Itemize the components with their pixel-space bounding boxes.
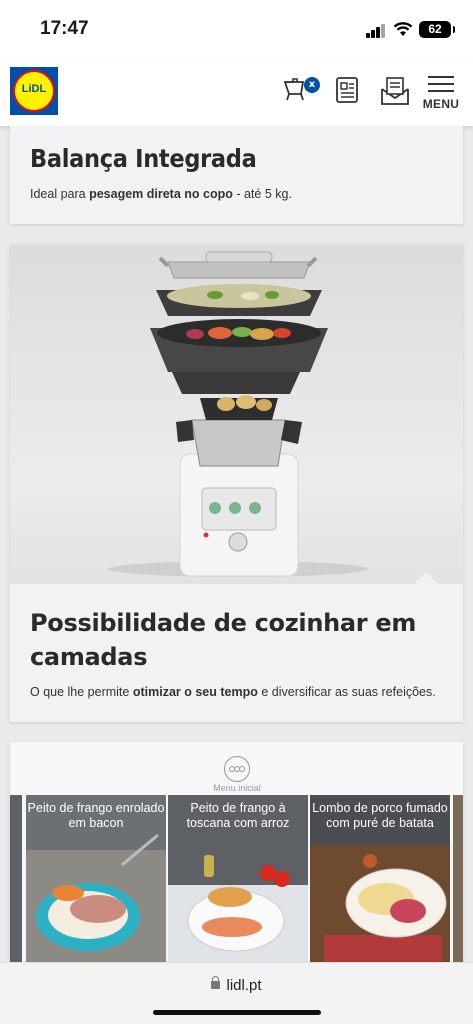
menu-inicial[interactable]: Menu inicial bbox=[211, 756, 263, 793]
recipes-card: Menu inicial Peito de frango enrolado em… bbox=[10, 742, 463, 972]
recipe-title: Lombo de porco fumado com puré de batata bbox=[312, 801, 448, 830]
feature-description: O que lhe permite otimizar o seu tempo e… bbox=[30, 685, 436, 699]
recipe-tile[interactable]: Lombo de porco fumado com puré de batata bbox=[310, 795, 450, 970]
feature-card-scale: Balança Integrada Ideal para pesagem dir… bbox=[10, 126, 463, 224]
lock-icon bbox=[211, 976, 221, 989]
leaflet-icon[interactable] bbox=[333, 76, 361, 104]
recipe-tile[interactable]: Peito de frango enrolado em bacon bbox=[26, 795, 166, 970]
battery-icon: 62 bbox=[419, 21, 455, 38]
url-display[interactable]: lidl.pt bbox=[0, 976, 473, 994]
feature-description: Ideal para pesagem direta no copo - até … bbox=[30, 187, 292, 201]
menu-button[interactable]: MENU bbox=[421, 76, 461, 111]
home-menu-icon bbox=[224, 756, 250, 782]
menu-label: MENU bbox=[422, 97, 460, 111]
hamburger-icon bbox=[421, 76, 461, 92]
recipe-title: Peito de frango à toscana com arroz bbox=[186, 801, 290, 830]
lidl-logo[interactable]: LiDL bbox=[10, 67, 58, 115]
status-time: 17:47 bbox=[40, 18, 89, 39]
status-bar: 17:47 62 bbox=[0, 0, 473, 58]
recipe-tile[interactable]: Peito de frango à toscana com arroz bbox=[168, 795, 308, 970]
feature-title: Possibilidade de cozinhar em camadas bbox=[30, 609, 417, 671]
signal-icon bbox=[366, 24, 386, 38]
menu-inicial-label: Menu inicial bbox=[213, 783, 261, 793]
feature-card-layers: Possibilidade de cozinhar em camadas O q… bbox=[10, 244, 463, 722]
site-header: LiDL x MENU bbox=[0, 58, 473, 126]
product-image bbox=[10, 244, 463, 584]
recipe-title: Peito de frango enrolado em bacon bbox=[27, 801, 165, 830]
cart-badge: x bbox=[304, 77, 320, 93]
newsletter-icon[interactable] bbox=[380, 76, 410, 106]
home-indicator[interactable] bbox=[153, 1010, 321, 1015]
url-text: lidl.pt bbox=[226, 977, 262, 994]
feature-title: Balança Integrada bbox=[30, 144, 257, 173]
recipe-tile-partial[interactable] bbox=[10, 795, 22, 970]
recipe-tile-partial[interactable] bbox=[453, 795, 463, 970]
wifi-icon bbox=[393, 22, 413, 36]
logo-text: LiDL bbox=[21, 83, 47, 95]
